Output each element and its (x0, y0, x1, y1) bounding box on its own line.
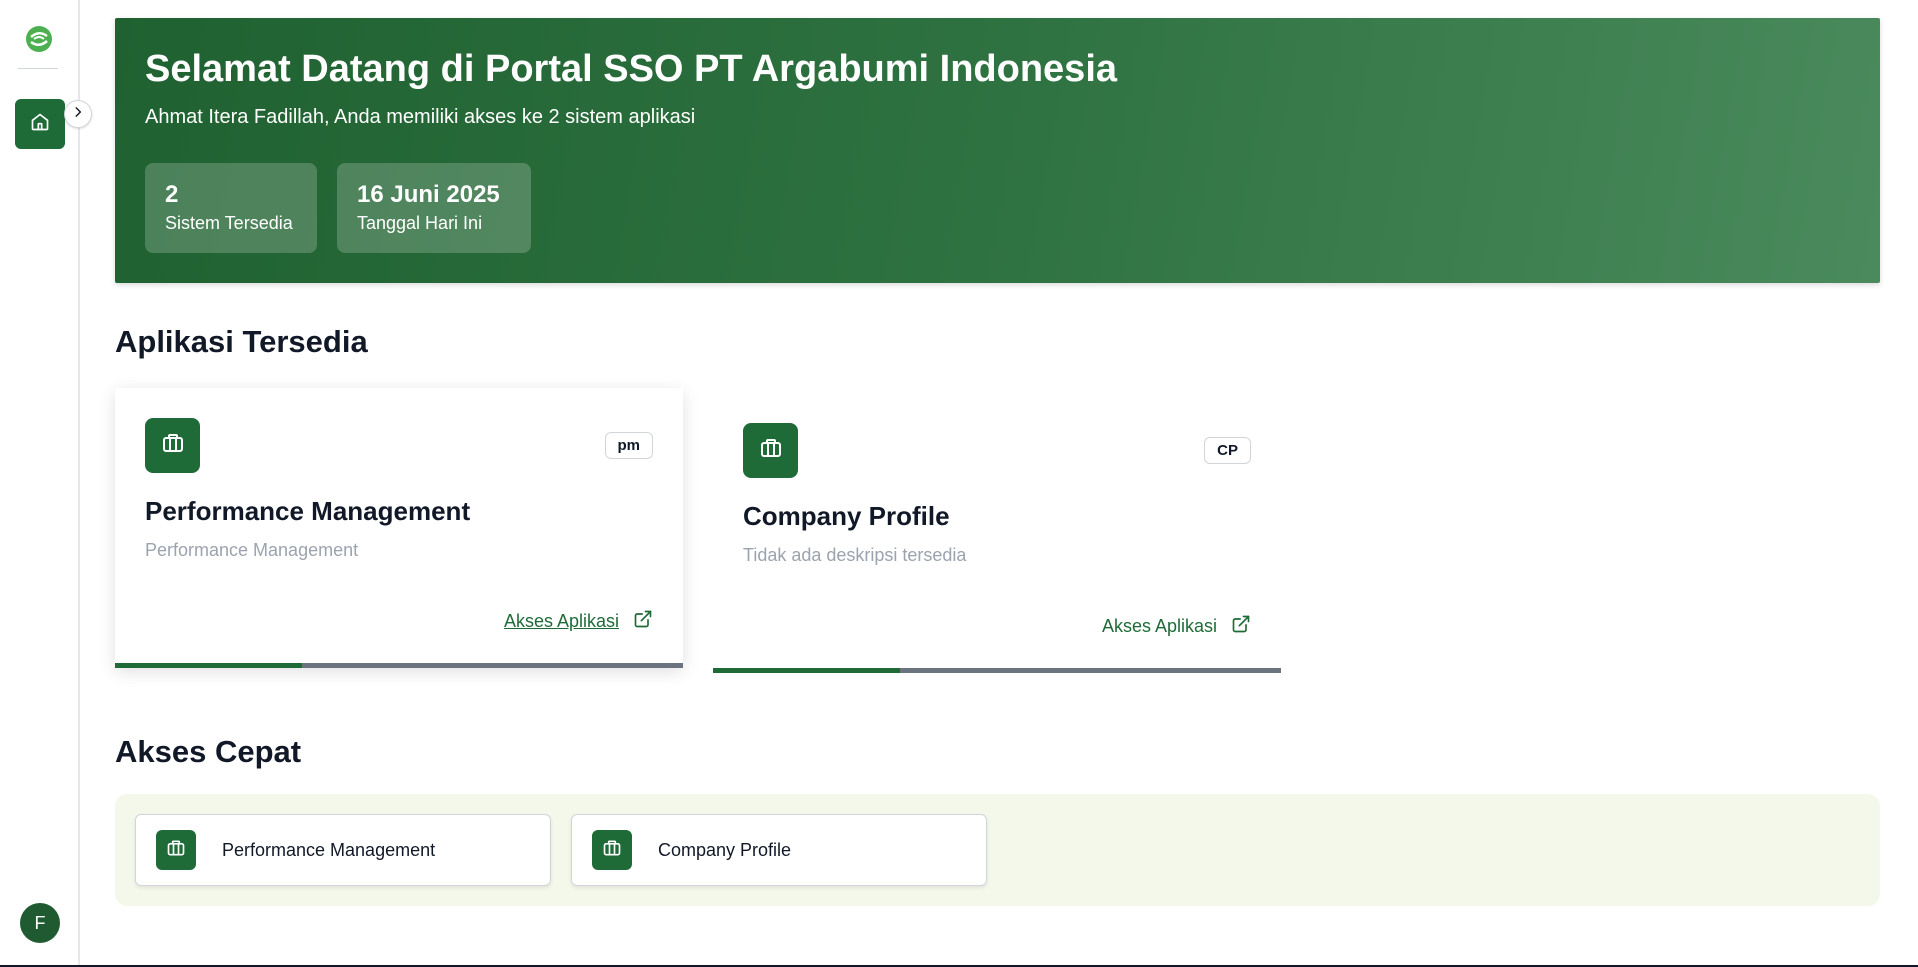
stat-label: Tanggal Hari Ini (357, 213, 483, 233)
access-app-link[interactable]: Akses Aplikasi (504, 609, 653, 634)
briefcase-icon (161, 431, 185, 460)
welcome-banner: Selamat Datang di Portal SSO PT Argabumi… (115, 18, 1880, 283)
progress-fill (115, 663, 303, 668)
stat-value: 16 Juni 2025 (357, 181, 500, 208)
chevron-right-icon (71, 105, 85, 124)
quick-access-label: Performance Management (222, 840, 436, 860)
app-description: Tidak ada deskripsi tersedia (743, 545, 967, 565)
sidebar-item-home[interactable] (15, 99, 65, 149)
access-app-label: Akses Aplikasi (503, 611, 619, 631)
app-card-company-profile[interactable]: CP Company Profile Tidak ada deskripsi t… (713, 393, 1281, 673)
briefcase-icon (166, 838, 186, 863)
access-app-label: Akses Aplikasi (1101, 616, 1217, 636)
app-code-badge: CP (1204, 437, 1251, 464)
app-title: Company Profile (743, 501, 950, 531)
sidebar: F (0, 0, 80, 967)
sidebar-divider (18, 68, 58, 69)
app-card-performance-management[interactable]: pm Performance Management Performance Ma… (115, 388, 683, 668)
stat-label: Sistem Tersedia (165, 213, 293, 233)
section-title-apps: Aplikasi Tersedia (115, 324, 368, 359)
quick-access-company-profile[interactable]: Company Profile (571, 814, 987, 886)
quick-access-label: Company Profile (658, 840, 792, 860)
external-link-icon (1231, 614, 1251, 639)
app-icon (145, 418, 200, 473)
quick-access-icon (156, 830, 196, 870)
home-icon (30, 112, 50, 137)
stat-today-date: 16 Juni 2025 Tanggal Hari Ini (337, 163, 531, 253)
app-icon (743, 423, 798, 478)
argabumi-logo-icon[interactable] (24, 24, 54, 54)
progress-track (115, 663, 683, 668)
page-title: Selamat Datang di Portal SSO PT Argabumi… (145, 48, 1118, 90)
external-link-icon (633, 609, 653, 634)
quick-access-icon (592, 830, 632, 870)
briefcase-icon (759, 436, 783, 465)
quick-access-performance-management[interactable]: Performance Management (135, 814, 551, 886)
progress-track (713, 668, 1281, 673)
section-title-quick-access: Akses Cepat (115, 734, 302, 769)
access-app-link[interactable]: Akses Aplikasi (1102, 614, 1251, 639)
app-description: Performance Management (145, 540, 359, 560)
avatar-initial: F (34, 912, 46, 933)
progress-fill (713, 668, 901, 673)
welcome-subtitle: Ahmat Itera Fadillah, Anda memiliki akse… (145, 106, 696, 128)
sidebar-toggle-button[interactable] (64, 100, 92, 128)
avatar[interactable]: F (20, 903, 60, 943)
app-title: Performance Management (145, 496, 471, 526)
stat-value: 2 (165, 181, 179, 208)
app-code-badge: pm (604, 432, 653, 459)
briefcase-icon (602, 838, 622, 863)
quick-access-panel: Performance Management Company Profile (115, 794, 1880, 906)
stat-systems-available: 2 Sistem Tersedia (145, 163, 317, 253)
